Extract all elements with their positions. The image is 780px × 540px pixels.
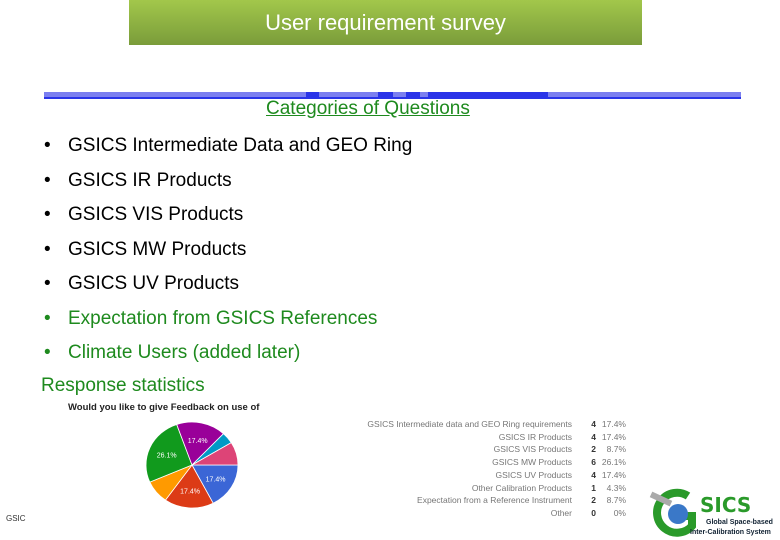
category-cell: Expectation from a Reference Instrument: [417, 495, 572, 506]
table-row: GSICS IR Products 4 17.4%: [350, 431, 626, 444]
pie-chart: 17.4% 17.4% 26.1% 17.4%: [145, 421, 239, 509]
bullet-icon: •: [44, 342, 51, 363]
svg-text:Global Space-based: Global Space-based: [706, 519, 773, 526]
category-label: Climate Users (added later): [68, 342, 301, 363]
category-cell: Other: [550, 507, 572, 518]
category-label: GSICS UV Products: [68, 273, 240, 294]
bullet-icon: •: [44, 307, 51, 329]
slice-label: 17.4%: [188, 438, 208, 445]
response-statistics-label: Response statistics: [41, 375, 205, 396]
count-cell: 4: [591, 469, 596, 480]
percent-cell: 17.4%: [601, 469, 626, 480]
category-cell: GSICS IR Products: [498, 431, 572, 442]
bullet-icon: •: [44, 238, 51, 260]
slice-label: 17.4%: [206, 476, 226, 483]
category-label: GSICS VIS Products: [68, 204, 244, 225]
count-cell: 2: [591, 444, 596, 455]
category-label: GSICS IR Products: [68, 169, 232, 191]
percent-cell: 8.7%: [606, 495, 626, 506]
bullet-icon: •: [44, 135, 51, 156]
table-row: GSICS VIS Products 2 8.7%: [350, 443, 626, 456]
category-cell: GSICS VIS Products: [493, 444, 572, 455]
slice-label: 17.4%: [180, 489, 200, 496]
category-item: • GSICS UV Products: [44, 271, 412, 306]
categories-heading: Categories of Questions: [266, 98, 470, 119]
percent-cell: 17.4%: [601, 419, 626, 429]
category-item: • GSICS VIS Products: [44, 202, 412, 237]
count-cell: 0: [591, 507, 596, 518]
count-cell: 4: [591, 419, 596, 429]
svg-text:Inter-Calibration System: Inter-Calibration System: [690, 529, 771, 536]
category-item: • GSICS Intermediate Data and GEO Ring: [44, 133, 412, 168]
percent-cell: 8.7%: [606, 444, 626, 455]
gsics-logo: SICS Global Space-based Inter-Calibratio…: [649, 488, 773, 537]
table-row: GSICS MW Products 6 26.1%: [350, 456, 626, 469]
table-row: Other Calibration Products 1 4.3%: [350, 482, 626, 495]
bullet-icon: •: [44, 273, 51, 294]
count-cell: 2: [591, 495, 596, 506]
category-cell: GSICS Intermediate data and GEO Ring req…: [367, 419, 572, 429]
category-item: • Expectation from GSICS References: [44, 306, 412, 341]
percent-cell: 17.4%: [601, 431, 626, 442]
response-table: GSICS Intermediate data and GEO Ring req…: [350, 418, 626, 520]
count-cell: 4: [591, 431, 596, 442]
category-item: • GSICS MW Products: [44, 237, 412, 272]
category-item: • GSICS IR Products: [44, 168, 412, 203]
bullet-icon: •: [44, 169, 51, 191]
category-label: GSICS MW Products: [68, 238, 247, 260]
bullet-icon: •: [44, 204, 51, 225]
table-row: Expectation from a Reference Instrument 2…: [350, 494, 626, 507]
slice-label: 26.1%: [157, 453, 177, 460]
table-row: GSICS Intermediate data and GEO Ring req…: [350, 418, 626, 431]
count-cell: 6: [591, 457, 596, 468]
count-cell: 1: [591, 482, 596, 493]
category-cell: Other Calibration Products: [471, 482, 572, 493]
table-row: Other 0 0%: [350, 507, 626, 520]
footer-text: GSIC: [6, 514, 26, 523]
pie-title: Would you like to give Feedback on use o…: [68, 402, 260, 413]
svg-text:SICS: SICS: [700, 493, 751, 517]
category-cell: GSICS MW Products: [492, 457, 572, 468]
category-label: GSICS Intermediate Data and GEO Ring: [68, 135, 413, 156]
table-row: GSICS UV Products 4 17.4%: [350, 469, 626, 482]
percent-cell: 0%: [613, 507, 626, 518]
slide-title: User requirement survey: [129, 0, 642, 45]
percent-cell: 4.3%: [606, 482, 626, 493]
category-item: • Climate Users (added later): [44, 340, 412, 375]
category-cell: GSICS UV Products: [495, 469, 572, 480]
category-list: • GSICS Intermediate Data and GEO Ring • GS…: [44, 133, 412, 375]
percent-cell: 26.1%: [601, 457, 626, 468]
category-label: Expectation from GSICS References: [68, 307, 378, 329]
